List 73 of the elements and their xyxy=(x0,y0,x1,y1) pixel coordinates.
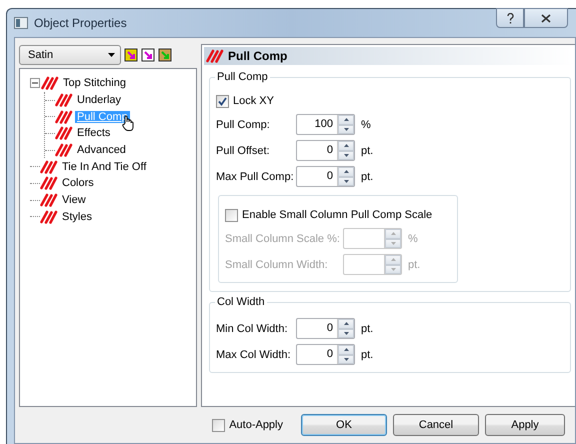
stitch-icon xyxy=(41,76,59,90)
field-label: Min Col Width: xyxy=(216,322,289,334)
stitch-icon xyxy=(55,93,73,108)
field-label: Max Col Width: xyxy=(216,348,292,360)
checkbox[interactable] xyxy=(212,418,226,432)
checkbox-label: Auto-Apply xyxy=(229,419,283,431)
close-button[interactable] xyxy=(524,8,568,28)
tree-item[interactable]: Top Stitching xyxy=(61,77,128,90)
tree-item[interactable]: Colors xyxy=(60,177,96,190)
unit-label: pt. xyxy=(361,144,374,156)
paste-icon[interactable] xyxy=(158,48,172,62)
stitch-icon xyxy=(206,49,224,63)
copy-icon[interactable] xyxy=(141,48,155,62)
minus-icon xyxy=(32,80,38,86)
dialog-button[interactable]: Apply xyxy=(485,414,565,436)
up-arrow-icon[interactable] xyxy=(344,144,348,148)
down-arrow-icon[interactable] xyxy=(344,332,348,335)
unit-label: % xyxy=(408,232,418,244)
spin-field[interactable]: 0 xyxy=(296,344,355,365)
tree-item[interactable]: Effects xyxy=(75,127,112,140)
stitch-icon xyxy=(55,126,73,140)
window-title: Object Properties xyxy=(34,16,127,30)
field-label: Small Column Scale %: xyxy=(225,232,341,244)
up-arrow-icon[interactable] xyxy=(344,322,348,326)
save-icon[interactable] xyxy=(124,48,138,62)
help-button[interactable] xyxy=(496,8,524,28)
group-title: Pull Comp xyxy=(215,71,270,83)
spin-field[interactable]: 0 xyxy=(296,166,355,187)
stitch-icon xyxy=(40,193,58,208)
checkbox-label: Enable Small Column Pull Comp Scale xyxy=(242,209,432,221)
down-arrow-icon[interactable] xyxy=(344,128,348,131)
spin-field[interactable]: 0 xyxy=(296,140,355,161)
unit-label: % xyxy=(361,118,371,130)
tree-item[interactable]: Styles xyxy=(60,210,94,223)
spin-field[interactable]: 0 xyxy=(296,318,355,339)
field-label: Pull Comp: xyxy=(216,118,271,130)
check-icon xyxy=(218,96,227,106)
tree-item[interactable]: Advanced xyxy=(75,144,128,156)
stitch-icon xyxy=(55,110,73,124)
down-arrow-icon[interactable] xyxy=(344,154,348,157)
down-arrow-icon[interactable] xyxy=(344,180,348,183)
up-arrow-icon[interactable] xyxy=(344,170,348,174)
checkbox-label: Lock XY xyxy=(233,95,274,107)
down-arrow-icon[interactable] xyxy=(344,358,348,361)
style-dropdown[interactable]: Satin xyxy=(19,45,121,65)
stitch-icon xyxy=(40,176,58,190)
panel-title: Pull Comp xyxy=(228,49,288,63)
tree-item[interactable]: Underlay xyxy=(75,94,124,106)
stitch-icon xyxy=(40,160,58,174)
caret-icon xyxy=(108,53,115,57)
group-title: Col Width xyxy=(215,296,267,308)
window-icon xyxy=(14,17,28,29)
up-arrow-icon[interactable] xyxy=(344,348,348,352)
stitch-icon xyxy=(40,210,58,224)
field-label: Max Pull Comp: xyxy=(216,170,295,182)
field-label: Pull Offset: xyxy=(216,144,271,156)
collapse-toggle[interactable] xyxy=(30,78,40,88)
dialog-button[interactable]: OK xyxy=(301,414,387,436)
stitch-icon xyxy=(55,143,73,158)
spin-field[interactable]: 100 xyxy=(296,114,355,135)
help-icon xyxy=(506,12,514,24)
tree-item[interactable]: View xyxy=(60,194,88,206)
tree-item[interactable]: Tie In And Tie Off xyxy=(60,160,148,173)
field-label: Small Column Width: xyxy=(225,258,329,270)
checkbox[interactable] xyxy=(225,208,238,222)
dialog-button[interactable]: Cancel xyxy=(393,414,479,436)
unit-label: pt. xyxy=(361,170,374,182)
close-icon xyxy=(541,14,551,22)
up-arrow-icon[interactable] xyxy=(344,118,348,122)
checkbox[interactable] xyxy=(216,94,229,108)
unit-label: pt. xyxy=(408,258,420,270)
unit-label: pt. xyxy=(361,322,374,334)
unit-label: pt. xyxy=(361,348,374,360)
